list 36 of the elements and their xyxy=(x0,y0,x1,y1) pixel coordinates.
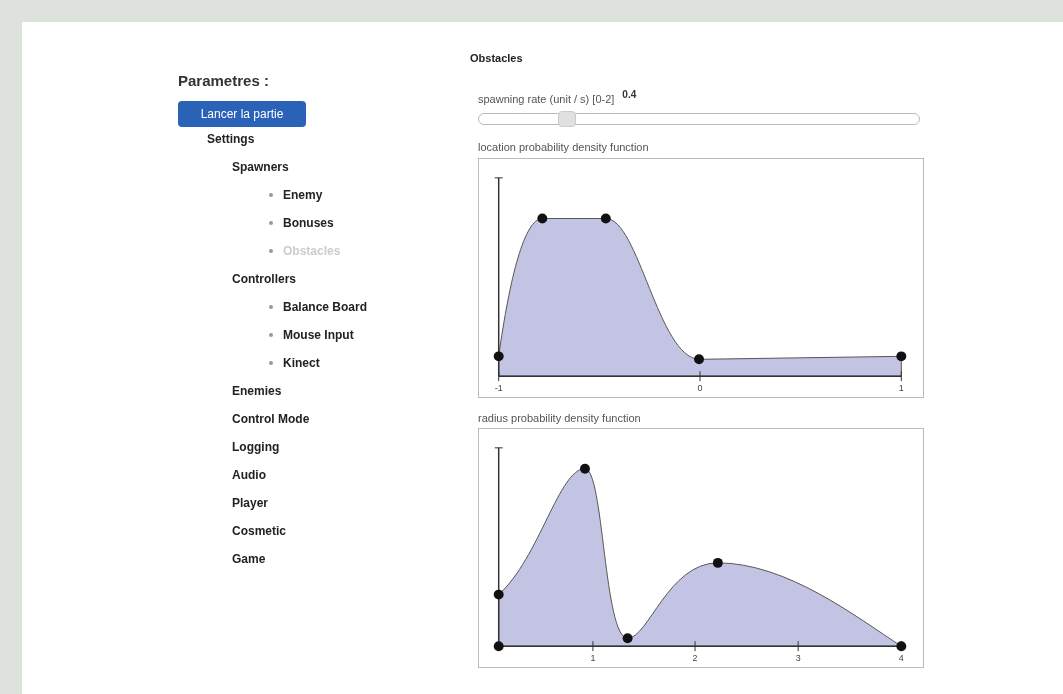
bullet-icon xyxy=(269,304,273,309)
tree-item[interactable]: Game xyxy=(232,549,266,568)
tree-item[interactable]: Cosmetic xyxy=(232,521,287,540)
bullet-icon xyxy=(269,248,273,253)
tick-label: 1 xyxy=(898,382,904,393)
tree-item[interactable]: Controllers xyxy=(232,269,296,288)
bullet-icon xyxy=(269,332,273,337)
tree-item[interactable]: Balance Board xyxy=(283,297,368,316)
tree-item[interactable]: Spawners xyxy=(232,157,289,176)
tree-item[interactable]: Audio xyxy=(232,465,266,484)
tick-label: 0 xyxy=(697,382,703,393)
tick-label: 1 xyxy=(590,653,596,664)
slider-thumb[interactable] xyxy=(558,111,577,127)
bullet-icon xyxy=(269,220,273,225)
tick-label: 3 xyxy=(795,653,801,664)
tree-item[interactable]: Mouse Input xyxy=(283,325,354,344)
slider-label: spawning rate (unit / s) [0-2] xyxy=(478,91,615,107)
tree-item[interactable]: Enemies xyxy=(232,381,282,400)
slider-value: 0.4 xyxy=(622,87,637,102)
sidebar-title: Parametres : xyxy=(178,71,270,91)
chart-title: radius probability density function xyxy=(478,410,642,426)
bullet-icon xyxy=(269,192,273,197)
tick-label: -1 xyxy=(494,382,503,393)
tick-label: 2 xyxy=(692,653,698,664)
tick-label: 4 xyxy=(898,653,904,664)
panel-title: Obstacles xyxy=(470,51,524,66)
tree-item[interactable]: Logging xyxy=(232,437,280,456)
start-button[interactable]: Lancer la partie xyxy=(178,100,306,127)
tree-item[interactable]: Bonuses xyxy=(283,213,334,232)
chart-title: location probability density function xyxy=(478,140,650,155)
tree-item[interactable]: Enemy xyxy=(283,185,323,204)
tree-item[interactable]: Kinect xyxy=(283,353,320,372)
tree-item[interactable]: Settings xyxy=(207,129,255,148)
tree-item[interactable]: Player xyxy=(232,493,269,512)
tree-item[interactable]: Control Mode xyxy=(232,409,310,428)
bullet-icon xyxy=(269,360,273,365)
